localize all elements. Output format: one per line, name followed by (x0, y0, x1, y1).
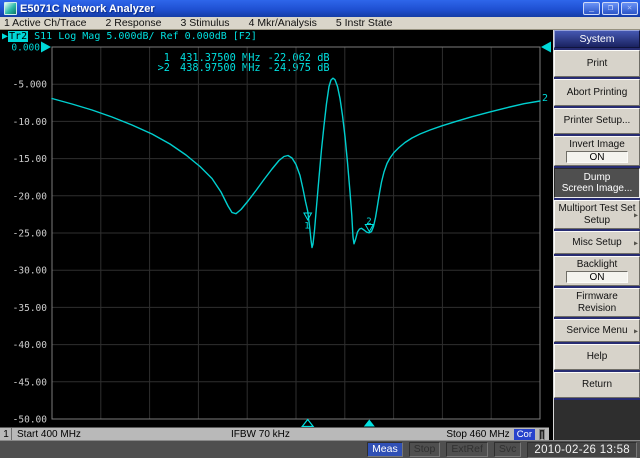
lcd-screen: ▶Tr2 S11 Log Mag 5.000dB/ Ref 0.000dB [F… (0, 30, 553, 441)
marker-2-label: 2 (366, 217, 371, 227)
minimize-button[interactable]: _ (583, 2, 600, 15)
toggle-state-on: ON (566, 271, 628, 284)
softkey-column: Print Abort Printing Printer Setup... In… (554, 48, 640, 400)
marker-1-position-triangle (301, 418, 315, 427)
restore-button[interactable]: ❐ (602, 2, 619, 15)
submenu-arrow-icon: ▸ (633, 325, 638, 335)
aux-indicator: | (539, 429, 545, 440)
stop-frequency: Stop 460 MHz (446, 429, 510, 440)
menu-item-stimulus[interactable]: 3 Stimulus (181, 17, 230, 29)
status-meas-indicator: Meas (367, 442, 403, 457)
softkey-label: Setup (583, 214, 611, 226)
y-axis-label: -30.00 (13, 266, 48, 277)
menu-bar: 1 Active Ch/Trace 2 Response 3 Stimulus … (0, 17, 640, 30)
softkey-print[interactable]: Print (554, 50, 640, 77)
marker-2-position-triangle (363, 419, 375, 427)
menu-item-mkr-analysis[interactable]: 4 Mkr/Analysis (249, 17, 317, 29)
marker-1-label: 1 (304, 221, 309, 231)
softkey-multiport-test-set-setup[interactable]: Multiport Test Set Setup ▸ (554, 200, 640, 229)
y-axis-ref-label: 0.000 (11, 43, 40, 54)
menu-item-active-ch-trace[interactable]: 1 Active Ch/Trace (4, 17, 86, 29)
submenu-arrow-icon: ▸ (633, 237, 638, 247)
softkey-label: Service Menu (566, 324, 628, 336)
softkey-label: Invert Image (569, 138, 625, 150)
app-icon (4, 2, 17, 15)
y-axis-label: -50.00 (13, 415, 48, 426)
menu-item-instr-state[interactable]: 5 Instr State (336, 17, 393, 29)
softkey-help[interactable]: Help (554, 344, 640, 370)
ref-level-triangle-left (41, 41, 51, 53)
softkey-label: Screen Image... (561, 183, 633, 194)
y-axis-label: -25.00 (13, 229, 48, 240)
softkey-dump-screen-image[interactable]: Dump Screen Image... (554, 168, 640, 198)
softkey-label: Multiport Test Set (558, 203, 636, 214)
y-axis-label: -5.000 (13, 80, 48, 91)
y-axis-label: -35.00 (13, 303, 48, 314)
softkey-panel: System Print Abort Printing Printer Setu… (553, 30, 640, 440)
status-extref-indicator: ExtRef (446, 442, 488, 457)
channel-number: 1 (1, 428, 12, 440)
grid-lines (52, 47, 540, 419)
status-datetime: 2010-02-26 13:58 (527, 441, 637, 458)
y-axis-label: -10.00 (13, 117, 48, 128)
softkey-label: Help (586, 351, 608, 363)
instrument-status-bar: Meas Stop ExtRef Svc 2010-02-26 13:58 (0, 440, 640, 458)
ref-level-triangle-right (541, 41, 551, 53)
toggle-state-on: ON (566, 151, 628, 164)
y-axis-label: -15.00 (13, 154, 48, 165)
softkey-label: Firmware (576, 291, 618, 302)
menu-item-response[interactable]: 2 Response (105, 17, 161, 29)
softkey-invert-image[interactable]: Invert Image ON (554, 136, 640, 166)
softkey-service-menu[interactable]: Service Menu ▸ (554, 319, 640, 342)
correction-badge: Cor (513, 429, 535, 440)
softkey-label: Print (586, 57, 608, 69)
softkey-printer-setup[interactable]: Printer Setup... (554, 108, 640, 134)
submenu-arrow-icon: ▸ (633, 209, 638, 219)
status-svc-indicator: Svc (493, 442, 522, 457)
softkey-menu-title: System (554, 30, 640, 48)
softkey-label: Abort Printing (566, 86, 628, 98)
softkey-label: Printer Setup... (563, 115, 631, 127)
softkey-panel-filler (554, 400, 640, 440)
softkey-abort-printing[interactable]: Abort Printing (554, 79, 640, 106)
window-controls: _ ❐ ✕ (583, 2, 638, 15)
close-button[interactable]: ✕ (621, 2, 638, 15)
window-title: E5071C Network Analyzer (20, 2, 155, 15)
softkey-label: Misc Setup (572, 236, 622, 248)
y-axis-label: -20.00 (13, 191, 48, 202)
minimize-icon: _ (588, 3, 595, 13)
y-axis-label: -45.00 (13, 377, 48, 388)
restore-icon: ❐ (607, 3, 614, 13)
softkey-return[interactable]: Return (554, 372, 640, 398)
softkey-label: Backlight (576, 258, 618, 270)
graticule: 0.000 -5.000 -10.00 -15.00 -20.00 -25.00… (11, 41, 551, 427)
softkey-label: Revision (577, 302, 617, 314)
softkey-label: Return (581, 379, 612, 391)
softkey-misc-setup[interactable]: Misc Setup ▸ (554, 231, 640, 254)
softkey-backlight[interactable]: Backlight ON (554, 256, 640, 286)
close-icon: ✕ (626, 3, 633, 13)
y-axis-label: -40.00 (13, 340, 48, 351)
app-window: E5071C Network Analyzer _ ❐ ✕ 1 Active C… (0, 0, 640, 458)
trace-number-label: 2 (542, 93, 548, 104)
softkey-label: Dump (583, 171, 611, 183)
stimulus-bar: 1 Start 400 MHz IFBW 70 kHz Stop 460 MHz… (0, 427, 549, 441)
window-titlebar: E5071C Network Analyzer _ ❐ ✕ (0, 0, 640, 17)
softkey-firmware-revision[interactable]: Firmware Revision (554, 288, 640, 317)
main-area: ▶Tr2 S11 Log Mag 5.000dB/ Ref 0.000dB [F… (0, 30, 640, 441)
status-stop-indicator: Stop (408, 442, 441, 457)
